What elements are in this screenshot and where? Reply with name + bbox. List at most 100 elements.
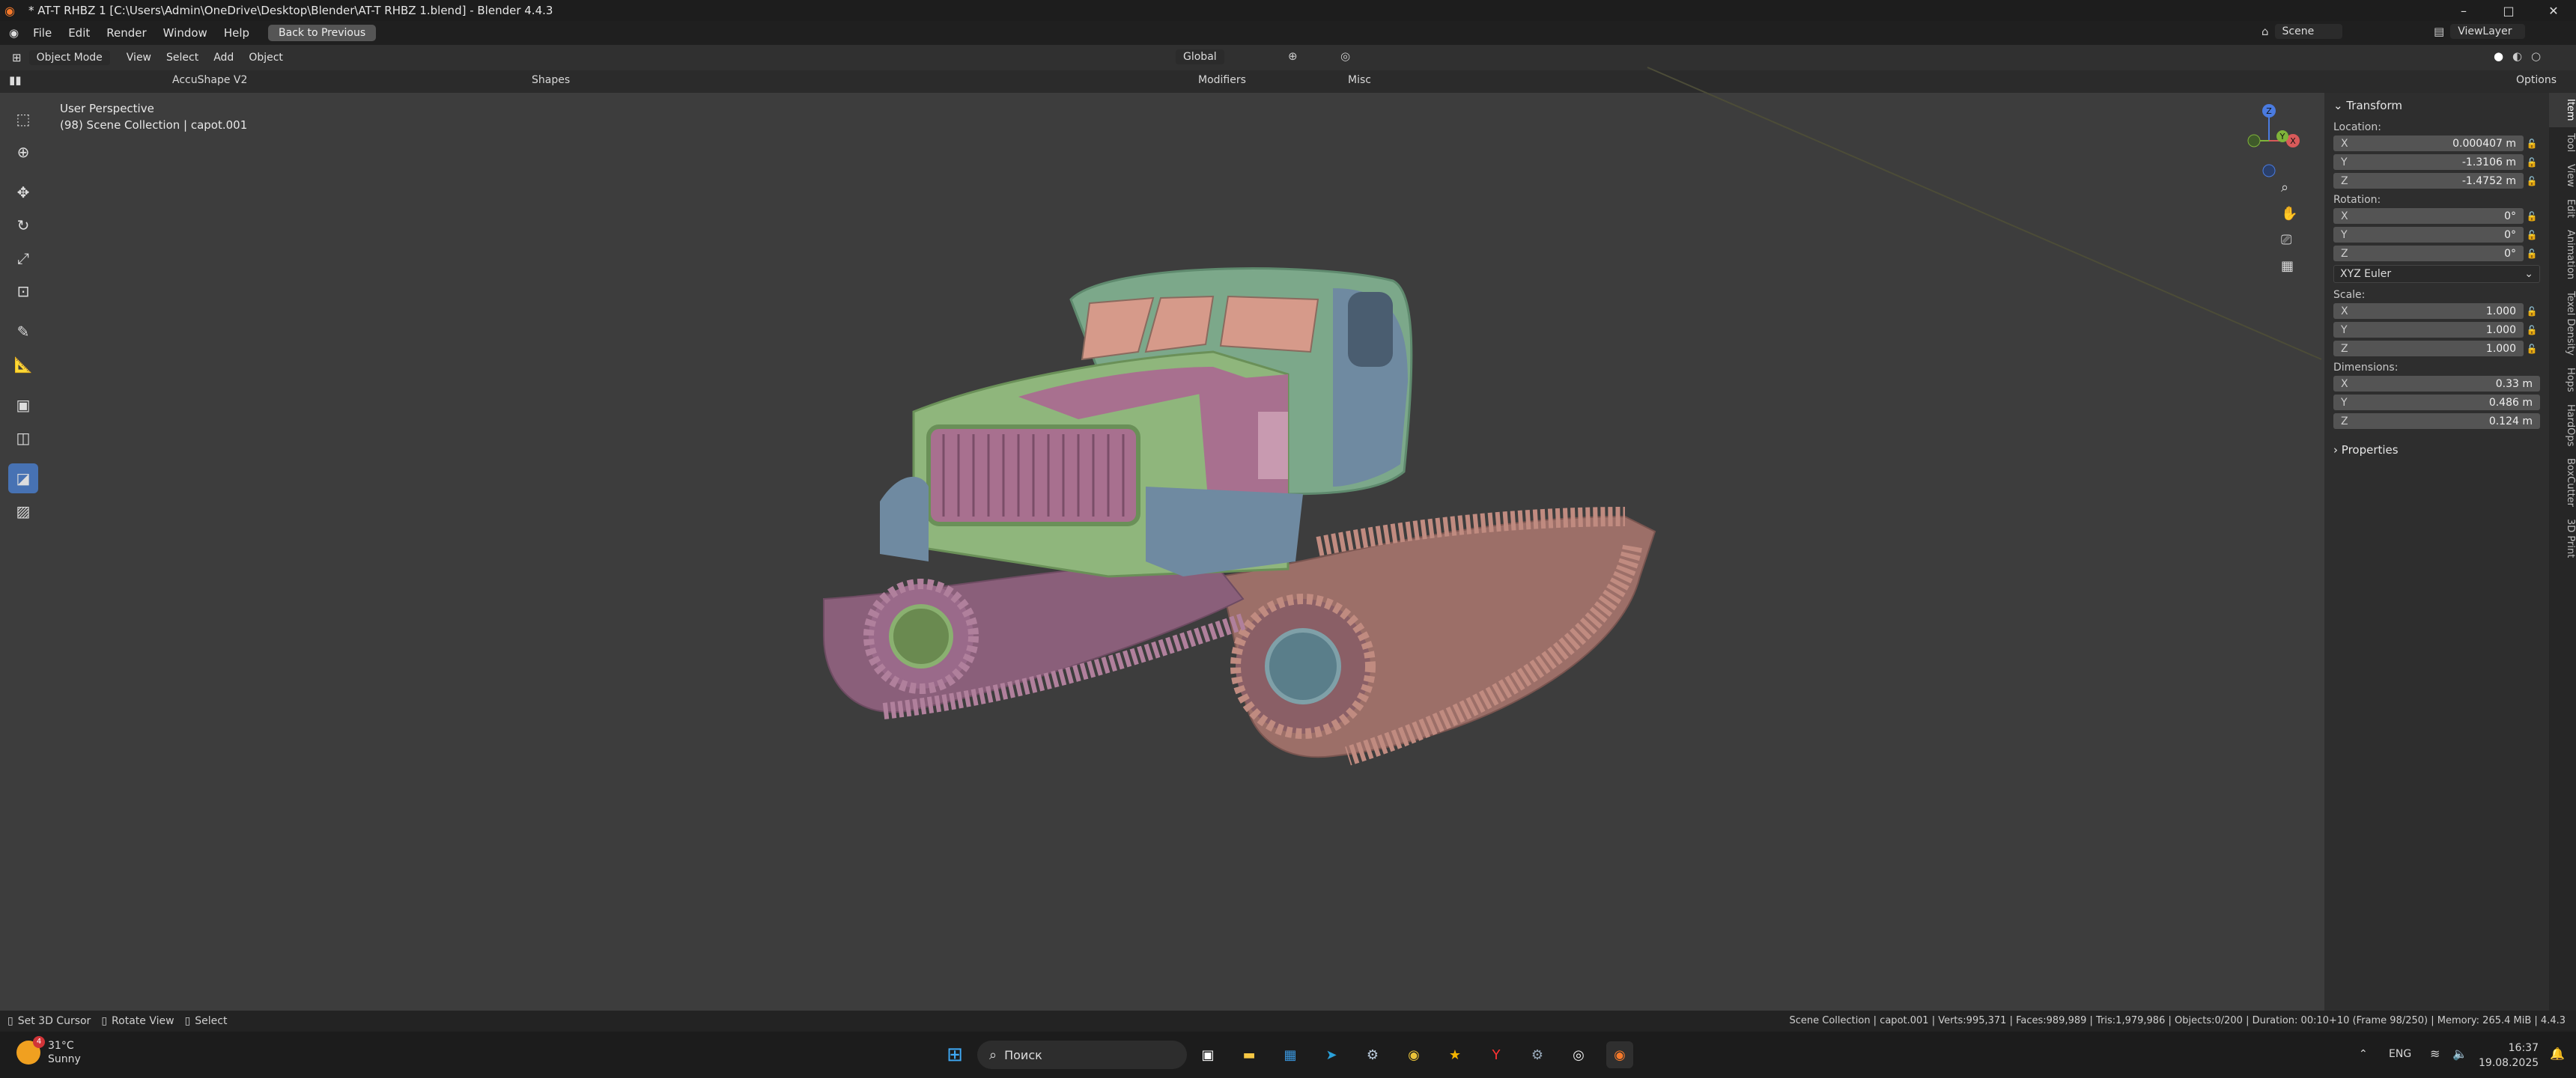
zoom-icon[interactable]: ⌕ (2281, 180, 2297, 195)
menu-help[interactable]: Help (216, 26, 258, 40)
search-icon: ⌕ (989, 1047, 997, 1063)
language-indicator[interactable]: ENG (2389, 1048, 2411, 1060)
volume-icon[interactable]: 🔈 (2452, 1047, 2467, 1061)
close-button[interactable]: ✕ (2531, 0, 2576, 21)
telegram-icon[interactable]: ➤ (1318, 1041, 1345, 1068)
mouse-middle-icon: ▯ (101, 1015, 108, 1027)
task-view-icon[interactable]: ▣ (1194, 1041, 1221, 1068)
clock[interactable]: 16:37 19.08.2025 (2479, 1041, 2539, 1071)
weather-widget[interactable]: 4 31°C Sunny (16, 1036, 81, 1066)
truck-model[interactable] (794, 247, 1692, 786)
mouse-left-icon: ▯ (7, 1015, 13, 1027)
title-bar: ◉ * AT-T RHBZ 1 [C:\Users\Admin\OneDrive… (0, 0, 2576, 21)
sun-icon: 4 (16, 1036, 45, 1065)
scale-y-field[interactable]: Y 1.000 (2333, 322, 2524, 338)
mouse-right-icon: ▯ (184, 1015, 191, 1027)
scale-x-field[interactable]: X 1.000 (2333, 303, 2524, 319)
rotation-x-field[interactable]: X 0° (2333, 208, 2524, 224)
lock-icon[interactable]: 🔓 (2524, 306, 2540, 317)
chrome-icon[interactable]: ◉ (1400, 1041, 1427, 1068)
app-icon[interactable]: ★ (1442, 1041, 1468, 1068)
clock-date: 19.08.2025 (2479, 1057, 2539, 1069)
yandex-browser-icon[interactable]: Y (1483, 1041, 1510, 1068)
tab-edit[interactable]: Edit (2549, 193, 2576, 224)
hint-rotate-view: Rotate View (112, 1015, 174, 1027)
windows-start-icon[interactable]: ⊞ (941, 1041, 968, 1068)
lock-icon[interactable]: 🔓 (2524, 344, 2540, 354)
github-icon[interactable]: ◎ (1565, 1041, 1592, 1068)
blender-menu-icon[interactable]: ◉ (9, 26, 19, 40)
weather-desc: Sunny (48, 1053, 81, 1065)
hint-select: Select (195, 1015, 228, 1027)
scene-icon: ⌂ (2261, 25, 2269, 38)
location-label: Location: (2333, 121, 2381, 133)
tab-view[interactable]: View (2549, 158, 2576, 193)
camera-icon[interactable]: ⎚ (2281, 232, 2297, 248)
navigation-gizmo[interactable]: Z X Y (2224, 97, 2306, 180)
tab-hardops[interactable]: HardOps (2549, 398, 2576, 452)
menu-edit[interactable]: Edit (60, 26, 98, 40)
sidebar-n-panel: ⌄ Transform Location: X 0.000407 m 🔓 Y -1.3… (2324, 93, 2549, 1011)
pan-hand-icon[interactable]: ✋ (2281, 206, 2297, 222)
menu-render[interactable]: Render (98, 26, 154, 40)
steam-icon[interactable]: ⚙ (1359, 1041, 1386, 1068)
dimensions-z-field[interactable]: Z 0.124 m (2333, 413, 2540, 429)
location-x-field[interactable]: X 0.000407 m (2333, 135, 2524, 151)
blender-logo-icon: ◉ (4, 3, 15, 18)
sidebar-tabs: Item Tool View Edit Animation Texel Dens… (2549, 93, 2576, 1011)
chevron-up-icon[interactable]: ⌃ (2359, 1048, 2368, 1060)
menu-file[interactable]: File (25, 26, 60, 40)
lock-icon[interactable]: 🔓 (2524, 211, 2540, 222)
weather-badge: 4 (33, 1036, 45, 1048)
lock-icon[interactable]: 🔓 (2524, 157, 2540, 168)
hint-set-cursor: Set 3D Cursor (17, 1015, 91, 1027)
menu-window[interactable]: Window (155, 26, 216, 40)
search-placeholder: Поиск (1004, 1047, 1042, 1062)
scene-selector[interactable]: Scene (2274, 24, 2342, 39)
scale-z-field[interactable]: Z 1.000 (2333, 341, 2524, 356)
status-bar: ▯ Set 3D Cursor ▯ Rotate View ▯ Select S… (0, 1011, 2576, 1032)
notification-icon[interactable]: 🔔 (2550, 1047, 2565, 1061)
minimize-button[interactable]: – (2441, 0, 2486, 21)
lock-icon[interactable]: 🔓 (2524, 230, 2540, 240)
steam-2-icon[interactable]: ⚙ (1524, 1041, 1551, 1068)
weather-temp: 31°C (48, 1040, 74, 1052)
tab-texel-density[interactable]: Texel Density (2549, 285, 2576, 362)
rotation-mode-select[interactable]: XYZ Euler ⌄ (2333, 265, 2540, 283)
windows-taskbar: 4 31°C Sunny ⊞ ⌕ Поиск ▣ ▬ ▦ ➤ ⚙ ◉ ★ Y ⚙… (0, 1032, 2576, 1078)
tab-hops[interactable]: Hops (2549, 362, 2576, 398)
taskbar-search[interactable]: ⌕ Поиск (977, 1041, 1187, 1069)
tab-boxcutter[interactable]: BoxCutter (2549, 452, 2576, 513)
rotation-z-field[interactable]: Z 0° (2333, 246, 2524, 261)
viewlayer-selector[interactable]: ViewLayer (2450, 24, 2526, 39)
properties-panel-title[interactable]: › Properties (2324, 437, 2549, 463)
wifi-icon[interactable]: ≋ (2430, 1047, 2440, 1061)
tab-3d-print[interactable]: 3D Print (2549, 513, 2576, 564)
svg-text:Z: Z (2266, 106, 2272, 116)
tab-tool[interactable]: Tool (2549, 127, 2576, 158)
ortho-grid-icon[interactable]: ▦ (2281, 258, 2297, 274)
lock-icon[interactable]: 🔓 (2524, 249, 2540, 259)
location-y-field[interactable]: Y -1.3106 m (2333, 154, 2524, 170)
lock-icon[interactable]: 🔓 (2524, 325, 2540, 335)
blender-taskbar-icon[interactable]: ◉ (1606, 1041, 1633, 1068)
tab-animation[interactable]: Animation (2549, 224, 2576, 285)
ms-store-icon[interactable]: ▦ (1277, 1041, 1304, 1068)
tab-item[interactable]: Item (2549, 93, 2576, 127)
rotation-y-field[interactable]: Y 0° (2333, 227, 2524, 243)
dimensions-y-field[interactable]: Y 0.486 m (2333, 395, 2540, 410)
location-z-field[interactable]: Z -1.4752 m (2333, 173, 2524, 189)
lock-icon[interactable]: 🔓 (2524, 138, 2540, 149)
back-to-previous-button[interactable]: Back to Previous (268, 25, 377, 41)
menu-bar: ◉ File Edit Render Window Help Back to P… (0, 21, 2576, 45)
window-title: * AT-T RHBZ 1 [C:\Users\Admin\OneDrive\D… (28, 4, 553, 17)
maximize-button[interactable]: □ (2486, 0, 2531, 21)
rotation-label: Rotation: (2333, 194, 2381, 206)
dimensions-x-field[interactable]: X 0.33 m (2333, 376, 2540, 392)
file-explorer-icon[interactable]: ▬ (1236, 1041, 1263, 1068)
transform-panel-title[interactable]: ⌄ Transform (2324, 93, 2549, 118)
lock-icon[interactable]: 🔓 (2524, 176, 2540, 186)
svg-text:X: X (2290, 136, 2296, 146)
svg-text:Y: Y (2279, 132, 2285, 141)
chevron-down-icon: ⌄ (2524, 268, 2533, 280)
